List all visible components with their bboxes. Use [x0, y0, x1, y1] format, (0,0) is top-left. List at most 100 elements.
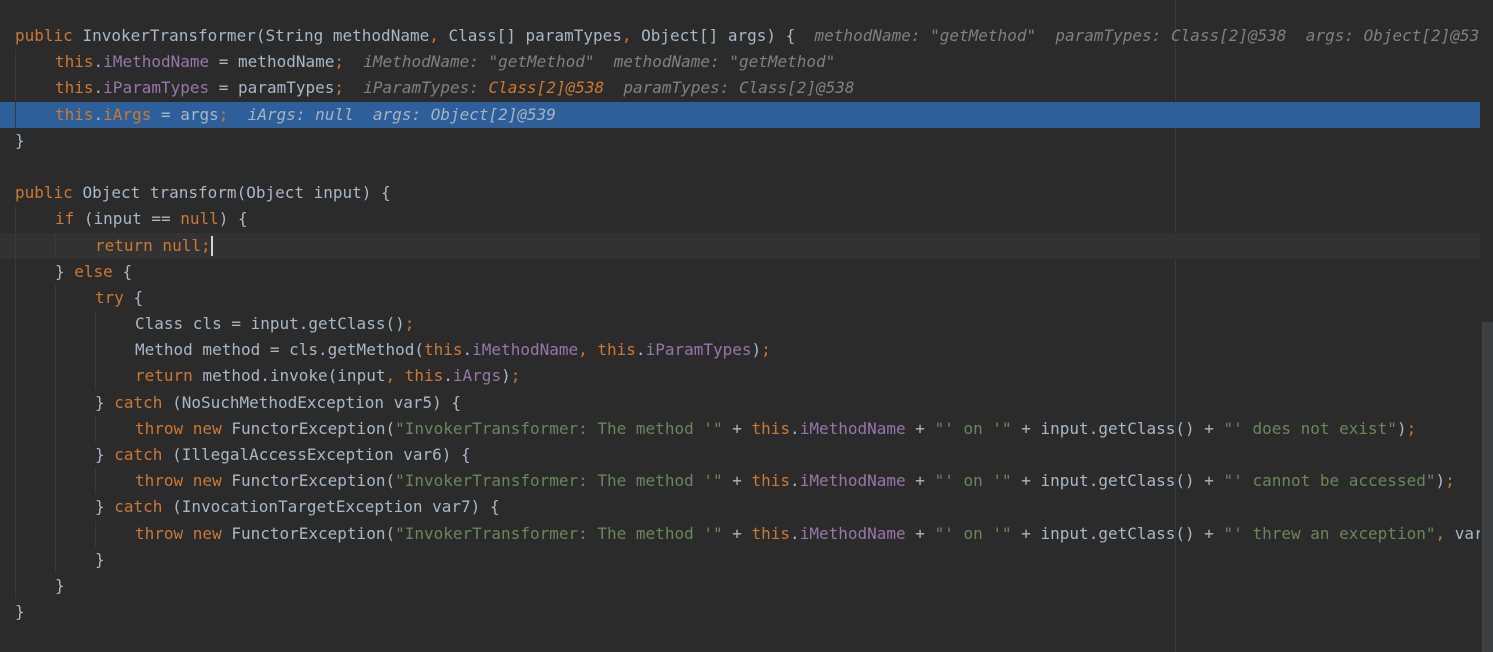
- keyword-token: this: [423, 340, 463, 360]
- code-line[interactable]: } catch (NoSuchMethodException var5) {: [0, 389, 1480, 416]
- indent-guide: [15, 415, 16, 442]
- field-token: iParamTypes: [103, 78, 210, 98]
- field-token: iMethodName: [472, 340, 579, 360]
- code-token: +: [905, 418, 935, 438]
- changed-value-hint: Class[2]@538: [488, 78, 605, 98]
- code-line[interactable]: } else {: [0, 258, 1480, 285]
- indent-guide: [15, 520, 16, 547]
- indent-guide: [55, 415, 56, 442]
- indent-guide: [15, 311, 16, 338]
- code-token: }: [95, 497, 115, 517]
- code-token: ): [1435, 471, 1446, 491]
- code-line[interactable]: try {: [0, 284, 1480, 312]
- indent-guide: [15, 75, 16, 102]
- keyword-token: ;: [404, 314, 415, 334]
- vertical-scrollbar[interactable]: [1482, 322, 1493, 652]
- code-token: + input.getClass() +: [1011, 471, 1224, 491]
- field-token: iMethodName: [799, 471, 906, 491]
- code-line[interactable]: if (input == null) {: [0, 206, 1480, 233]
- code-token: .: [93, 52, 104, 72]
- code-lines: public InvokerTransformer(String methodN…: [0, 23, 1480, 625]
- keyword-token: ;: [1445, 471, 1455, 491]
- indent-guide: [15, 363, 16, 390]
- code-token: Object transform(Object input) {: [82, 183, 391, 203]
- indent-guide: [15, 494, 16, 521]
- code-line[interactable]: [0, 154, 1480, 180]
- field-token: iMethodName: [103, 52, 210, 72]
- code-token: FunctorException(: [231, 418, 396, 438]
- keyword-token: ;: [218, 104, 229, 124]
- keyword-token: ;: [334, 78, 345, 98]
- code-token: var7): [1454, 523, 1480, 543]
- keyword-token: return: [135, 366, 203, 386]
- code-line[interactable]: throw new FunctorException("InvokerTrans…: [0, 468, 1480, 495]
- code-line[interactable]: }: [0, 546, 1480, 573]
- code-line[interactable]: public InvokerTransformer(String methodN…: [0, 23, 1480, 49]
- indent-guide: [55, 389, 56, 416]
- code-line[interactable]: public Object transform(Object input) {: [0, 180, 1480, 206]
- indent-guide: [15, 101, 16, 128]
- field-token: iArgs: [452, 366, 502, 386]
- keyword-token: public: [15, 183, 83, 203]
- execution-point-line[interactable]: this.iArgs = args; iArgs: null args: Obj…: [0, 101, 1480, 128]
- indent-guide: [95, 415, 96, 442]
- keyword-token: return null: [95, 235, 201, 255]
- code-token: +: [722, 418, 752, 438]
- indent-guide: [15, 546, 16, 573]
- code-token: }: [95, 549, 105, 569]
- indent-guide: [15, 442, 16, 469]
- code-line[interactable]: throw new FunctorException("InvokerTrans…: [0, 415, 1480, 442]
- code-token: ): [1396, 418, 1407, 438]
- code-line[interactable]: this.iMethodName = methodName; iMethodNa…: [0, 49, 1480, 76]
- code-line[interactable]: }: [0, 572, 1480, 600]
- indent-guide: [15, 389, 16, 416]
- indent-guide: [15, 337, 16, 364]
- code-token: }: [15, 130, 25, 150]
- code-token: +: [722, 471, 752, 491]
- indent-guide: [55, 546, 56, 573]
- code-token: FunctorException(: [231, 523, 396, 543]
- code-line[interactable]: }: [0, 128, 1480, 154]
- keyword-token: this: [55, 52, 94, 72]
- indent-guide: [55, 284, 56, 312]
- code-token: Object[] args) {: [641, 26, 796, 45]
- code-token: {: [133, 287, 144, 307]
- indent-guide: [55, 520, 56, 547]
- keyword-token: this: [751, 523, 791, 543]
- code-token: method.invoke(input: [202, 366, 386, 386]
- code-line[interactable]: return method.invoke(input, this.iArgs);: [0, 363, 1480, 390]
- keyword-token: this: [404, 366, 444, 386]
- code-line[interactable]: this.iParamTypes = paramTypes; iParamTyp…: [0, 75, 1480, 102]
- code-token: .: [635, 340, 646, 360]
- code-token: ): [751, 340, 762, 360]
- code-token: .: [93, 78, 104, 98]
- string-literal: "' on '": [934, 471, 1012, 491]
- code-token: }: [95, 445, 115, 464]
- code-token: + input.getClass() +: [1011, 418, 1224, 438]
- code-token: + input.getClass() +: [1011, 523, 1224, 543]
- indent-guide: [55, 442, 56, 469]
- code-line[interactable]: Method method = cls.getMethod(this.iMeth…: [0, 337, 1480, 364]
- keyword-token: ;: [200, 235, 211, 255]
- keyword-token: throw new: [135, 523, 232, 543]
- keyword-token: this: [751, 418, 791, 438]
- indent-guide: [15, 572, 16, 600]
- code-token: (IllegalAccessException var6) {: [172, 445, 471, 464]
- code-line[interactable]: throw new FunctorException("InvokerTrans…: [0, 520, 1480, 547]
- code-token: FunctorException(: [231, 471, 396, 491]
- code-line[interactable]: }: [0, 599, 1480, 625]
- code-token: (NoSuchMethodException var5) {: [172, 392, 462, 412]
- code-token: +: [722, 523, 752, 543]
- code-editor[interactable]: public InvokerTransformer(String methodN…: [0, 0, 1493, 652]
- code-line[interactable]: } catch (IllegalAccessException var6) {: [0, 442, 1480, 469]
- code-line[interactable]: Class cls = input.getClass();: [0, 311, 1480, 338]
- keyword-token: this: [55, 104, 94, 124]
- indent-guide: [55, 363, 56, 390]
- code-token: .: [443, 366, 453, 386]
- keyword-token: ,: [429, 26, 449, 45]
- code-line[interactable]: return null;: [0, 232, 1480, 259]
- indent-guide: [15, 49, 16, 76]
- keyword-token: public: [15, 26, 83, 45]
- code-line[interactable]: } catch (InvocationTargetException var7)…: [0, 494, 1480, 521]
- indent-guide: [15, 258, 16, 285]
